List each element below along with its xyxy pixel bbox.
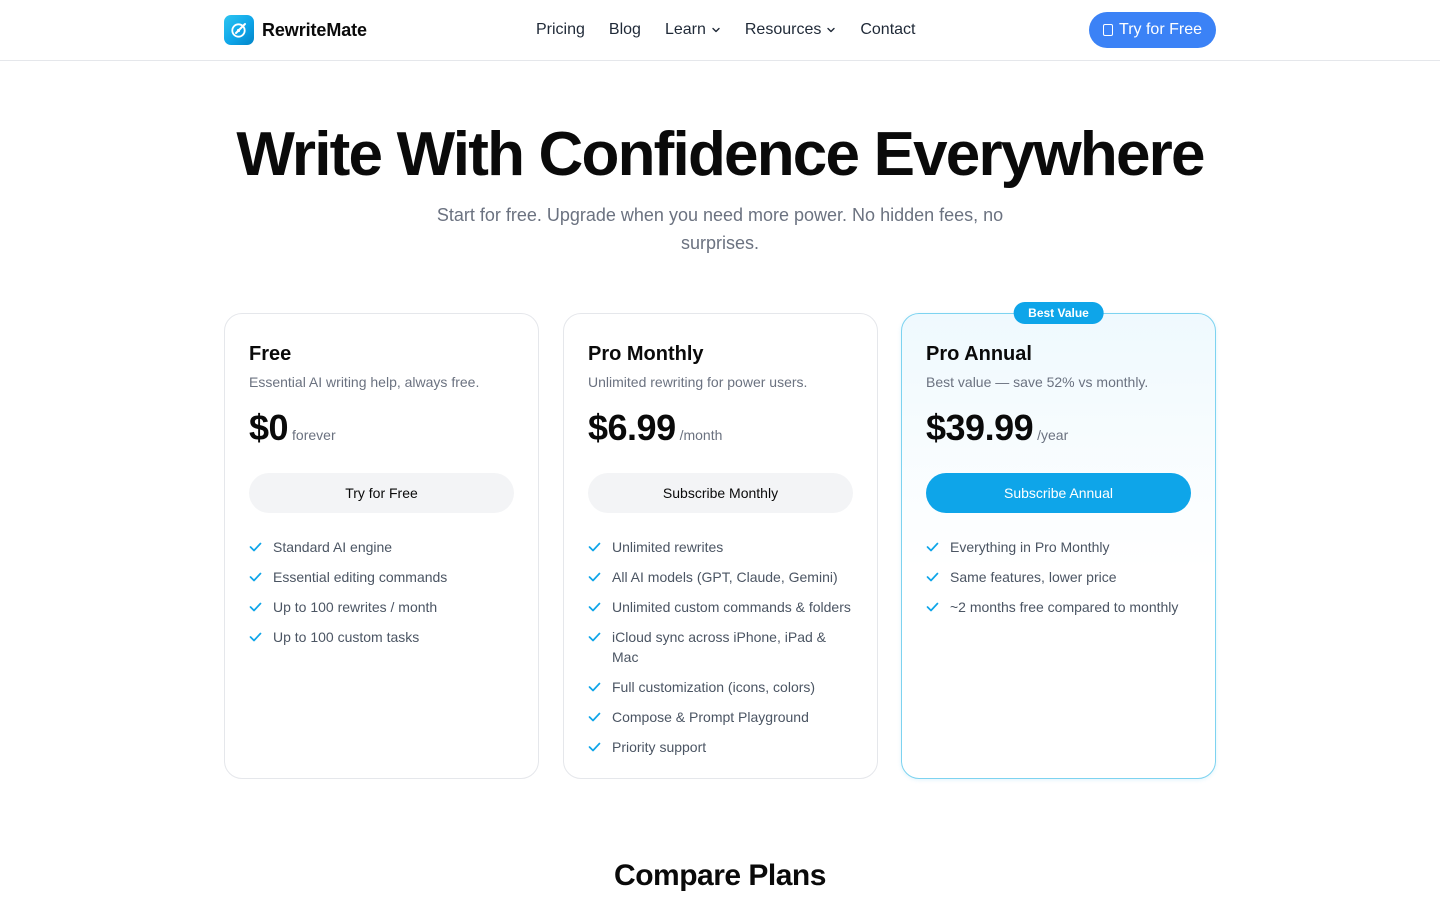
check-icon <box>588 597 602 617</box>
feature-label: Up to 100 rewrites / month <box>273 599 438 615</box>
feature-label: Compose & Prompt Playground <box>612 709 809 725</box>
list-item: Everything in Pro Monthly <box>926 537 1191 557</box>
check-icon <box>926 537 940 557</box>
list-item: Same features, lower price <box>926 567 1191 587</box>
nav-item-pricing[interactable]: Pricing <box>536 21 585 39</box>
try-for-free-button[interactable]: Try for Free <box>1089 12 1216 48</box>
brand-name: RewriteMate <box>262 19 367 40</box>
check-icon <box>588 567 602 587</box>
plan-card-pro-monthly: Pro Monthly Unlimited rewriting for powe… <box>563 313 878 779</box>
site-header: RewriteMate Pricing Blog Learn Resources… <box>0 0 1440 61</box>
nav-item-learn[interactable]: Learn <box>665 21 721 39</box>
cta-label: Try for Free <box>1119 21 1202 38</box>
plan-period: forever <box>292 427 336 443</box>
price-row: $6.99 /month <box>588 407 853 449</box>
feature-label: Full customization (icons, colors) <box>612 679 816 695</box>
list-item: Essential editing commands <box>249 567 514 587</box>
plan-description: Essential AI writing help, always free. <box>249 374 480 390</box>
plan-price: $6.99 <box>588 407 676 448</box>
plan-name: Pro Annual <box>926 343 1032 365</box>
list-item: Up to 100 custom tasks <box>249 627 514 647</box>
price-row: $39.99 /year <box>926 407 1191 449</box>
list-item: ~2 months free compared to monthly <box>926 597 1191 617</box>
plan-card-free: Free Essential AI writing help, always f… <box>224 313 539 779</box>
check-icon <box>588 737 602 757</box>
feature-list: Standard AI engine Essential editing com… <box>249 537 514 647</box>
feature-label: Everything in Pro Monthly <box>950 539 1110 555</box>
feature-label: Priority support <box>612 739 707 755</box>
feature-label: All AI models (GPT, Claude, Gemini) <box>612 569 838 585</box>
check-icon <box>926 597 940 617</box>
feature-label: Essential editing commands <box>273 569 448 585</box>
compare-plans-heading: Compare Plans <box>614 859 826 892</box>
plan-period: /month <box>679 427 723 443</box>
list-item: Compose & Prompt Playground <box>588 707 853 727</box>
list-item: Priority support <box>588 737 853 757</box>
plan-card-pro-annual: Best Value Pro Annual Best value — save … <box>901 302 1216 779</box>
nav-item-label: Contact <box>860 21 916 38</box>
main-nav: Pricing Blog Learn Resources Contact <box>536 19 915 41</box>
page-subtitle: Start for free. Upgrade when you need mo… <box>436 205 1004 253</box>
feature-label: ~2 months free compared to monthly <box>950 599 1179 615</box>
check-icon <box>249 537 263 557</box>
feature-label: Standard AI engine <box>273 539 393 555</box>
check-icon <box>588 537 602 557</box>
feature-label: Up to 100 custom tasks <box>273 629 420 645</box>
nav-item-label: Resources <box>744 21 822 38</box>
check-icon <box>588 627 602 647</box>
list-item: iCloud sync across iPhone, iPad & Mac <box>588 627 853 667</box>
chevron-down-icon <box>712 27 720 33</box>
nav-item-contact[interactable]: Contact <box>860 21 915 39</box>
subscribe-annual-button[interactable]: Subscribe Annual <box>926 473 1191 513</box>
plan-description: Unlimited rewriting for power users. <box>588 374 808 390</box>
plan-period: /year <box>1037 427 1069 443</box>
nav-item-label: Pricing <box>536 21 585 38</box>
check-icon <box>926 567 940 587</box>
list-item: Unlimited custom commands & folders <box>588 597 853 617</box>
plan-price: $39.99 <box>926 407 1034 448</box>
list-item: Full customization (icons, colors) <box>588 677 853 697</box>
list-item: Up to 100 rewrites / month <box>249 597 514 617</box>
feature-label: iCloud sync across iPhone, iPad & Mac <box>612 629 826 665</box>
check-icon <box>249 597 263 617</box>
chevron-down-icon <box>827 27 836 33</box>
check-icon <box>249 627 263 647</box>
check-icon <box>588 677 602 697</box>
feature-list: Everything in Pro Monthly Same features,… <box>926 537 1191 617</box>
feature-label: Same features, lower price <box>950 569 1117 585</box>
plan-description: Best value — save 52% vs monthly. <box>926 374 1149 390</box>
best-value-badge: Best Value <box>1013 302 1104 324</box>
list-item: Unlimited rewrites <box>588 537 853 557</box>
nav-item-resources[interactable]: Resources <box>745 21 836 39</box>
nav-item-label: Learn <box>664 21 706 38</box>
nav-item-blog[interactable]: Blog <box>609 21 641 39</box>
try-for-free-plan-button[interactable]: Try for Free <box>249 473 514 513</box>
price-row: $0 forever <box>249 407 514 449</box>
list-item: All AI models (GPT, Claude, Gemini) <box>588 567 853 587</box>
app-icon <box>1103 24 1114 36</box>
list-item: Standard AI engine <box>249 537 514 557</box>
feature-label: Unlimited rewrites <box>612 539 724 555</box>
plan-price: $0 <box>249 407 289 448</box>
check-icon <box>588 707 602 727</box>
feature-list: Unlimited rewrites All AI models (GPT, C… <box>588 537 853 757</box>
plan-name: Free <box>249 343 292 365</box>
pen-target-icon <box>224 15 254 45</box>
check-icon <box>249 567 263 587</box>
subscribe-monthly-button[interactable]: Subscribe Monthly <box>588 473 853 513</box>
feature-label: Unlimited custom commands & folders <box>612 599 851 615</box>
plan-name: Pro Monthly <box>588 343 704 365</box>
brand[interactable]: RewriteMate <box>224 15 367 45</box>
page-title: Write With Confidence Everywhere <box>236 120 1205 189</box>
nav-item-label: Blog <box>608 21 641 38</box>
